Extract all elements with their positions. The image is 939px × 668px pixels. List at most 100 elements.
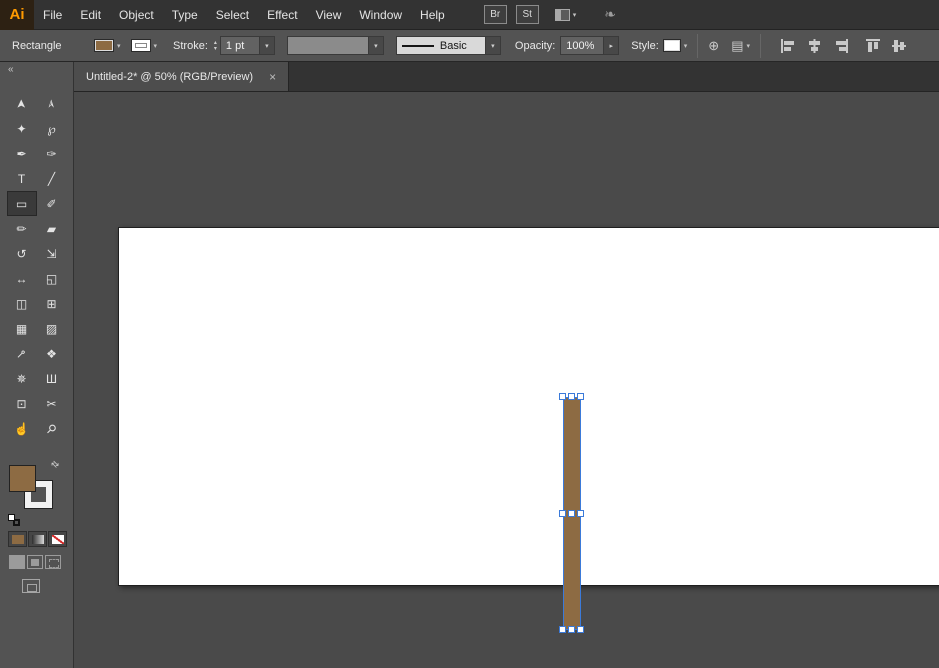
free-transform-tool[interactable]: ◱ — [37, 266, 67, 291]
artboard-tool[interactable]: ⊡ — [7, 391, 37, 416]
rotate-tool[interactable]: ↺ — [7, 241, 37, 266]
collapse-panel-button[interactable]: « — [0, 62, 73, 78]
rectangle-tool[interactable]: ▭ — [7, 191, 37, 216]
draw-inside-button[interactable] — [45, 555, 61, 569]
document-setup-button[interactable]: ▤ ▾ — [731, 38, 750, 54]
align-vertical-center-icon[interactable] — [891, 38, 908, 54]
color-button[interactable] — [8, 531, 27, 547]
width-profile-dropdown[interactable]: ▾ — [287, 36, 384, 55]
chevron-down-icon[interactable]: ▾ — [260, 36, 275, 55]
align-top-icon[interactable] — [865, 38, 882, 54]
drawing-mode-buttons — [9, 555, 73, 569]
type-tool[interactable]: T — [7, 166, 37, 191]
slice-tool[interactable]: ✂ — [37, 391, 67, 416]
selection-handle[interactable] — [559, 626, 566, 633]
stock-button[interactable]: St — [516, 5, 539, 24]
menu-help[interactable]: Help — [411, 0, 454, 30]
symbol-sprayer-tool[interactable]: ✵ — [7, 366, 37, 391]
stroke-width-combo[interactable]: 1 pt ▾ — [220, 36, 275, 55]
direct-selection-tool[interactable]: ➢ — [37, 91, 67, 116]
perspective-grid-tool[interactable]: ⊞ — [37, 291, 67, 316]
fill-indicator[interactable] — [9, 465, 36, 492]
menu-file[interactable]: File — [34, 0, 71, 30]
pen-tool[interactable]: ✒ — [7, 141, 37, 166]
selection-handle[interactable] — [577, 626, 584, 633]
canvas[interactable] — [74, 92, 939, 668]
hand-tool[interactable]: ☝ — [7, 416, 37, 441]
chevron-down-icon: ▾ — [684, 42, 688, 50]
pencil-tool[interactable]: ✏ — [7, 216, 37, 241]
active-tool-label: Rectangle — [12, 40, 70, 52]
gradient-tool[interactable]: ▨ — [37, 316, 67, 341]
align-center-icon[interactable] — [806, 38, 823, 54]
stroke-color-picker[interactable]: ▾ — [131, 39, 158, 52]
stroke-width-stepper[interactable]: ▴ ▾ — [214, 40, 217, 52]
curvature-tool[interactable]: ✑ — [37, 141, 67, 166]
opacity-combo[interactable]: 100% ▸ — [560, 36, 619, 55]
brush-definition-dropdown[interactable]: Basic ▾ — [396, 36, 501, 55]
line-segment-tool[interactable]: ╱ — [37, 166, 67, 191]
none-swatch — [52, 535, 64, 544]
shape-builder-icon: ◫ — [16, 298, 27, 310]
globe-icon[interactable]: ⊕ — [708, 38, 719, 54]
scale-tool[interactable]: ⇲ — [37, 241, 67, 266]
menu-edit[interactable]: Edit — [71, 0, 110, 30]
default-fill-stroke-icon[interactable] — [8, 514, 20, 526]
workspace-switcher[interactable]: ▾ — [555, 9, 577, 21]
selection-center-handle[interactable] — [568, 510, 575, 517]
zoom-tool[interactable]: ⚲ — [37, 416, 67, 441]
menu-effect[interactable]: Effect — [258, 0, 306, 30]
width-tool[interactable]: ↔ — [7, 266, 37, 291]
close-tab-icon[interactable]: × — [269, 70, 276, 84]
tab-bar: Untitled-2* @ 50% (RGB/Preview) × — [74, 62, 939, 92]
chevron-down-icon[interactable]: ▾ — [214, 46, 217, 52]
selection-handle[interactable] — [568, 393, 575, 400]
width-icon: ↔ — [16, 273, 28, 285]
menu-window[interactable]: Window — [350, 0, 411, 30]
selection-handle[interactable] — [568, 626, 575, 633]
shape-builder-tool[interactable]: ◫ — [7, 291, 37, 316]
lasso-tool[interactable]: ℘ — [37, 116, 67, 141]
paintbrush-tool[interactable]: ✐ — [37, 191, 67, 216]
chevron-down-icon[interactable]: ▾ — [486, 36, 501, 55]
eraser-tool[interactable]: ▰ — [37, 216, 67, 241]
menu-view[interactable]: View — [307, 0, 351, 30]
selection-handle[interactable] — [559, 510, 566, 517]
document-tab[interactable]: Untitled-2* @ 50% (RGB/Preview) × — [74, 62, 289, 91]
none-button[interactable] — [48, 531, 67, 547]
mesh-tool[interactable]: ▦ — [7, 316, 37, 341]
swap-fill-stroke-icon[interactable]: ⇄ — [49, 458, 62, 471]
fill-color-picker[interactable]: ▾ — [94, 39, 121, 52]
style-dropdown[interactable]: ▾ — [663, 39, 688, 52]
gradient-button[interactable] — [28, 531, 47, 547]
column-graph-tool[interactable]: Ш — [37, 366, 67, 391]
zoom-icon: ⚲ — [44, 421, 59, 436]
selection-handle[interactable] — [577, 393, 584, 400]
selection-handle[interactable] — [577, 510, 584, 517]
draw-behind-button[interactable] — [27, 555, 43, 569]
pencil-icon: ✏ — [16, 223, 26, 235]
fill-swatch — [94, 39, 114, 52]
menu-type[interactable]: Type — [163, 0, 207, 30]
menu-select[interactable]: Select — [207, 0, 258, 30]
fill-stroke-control[interactable]: ⇄ — [9, 465, 55, 513]
screen-mode-button[interactable] — [22, 579, 40, 593]
blend-tool[interactable]: ❖ — [37, 341, 67, 366]
draw-normal-button[interactable] — [9, 555, 25, 569]
align-right-icon[interactable] — [832, 38, 849, 54]
line-segment-icon: ╱ — [48, 173, 55, 185]
symbol-sprayer-icon: ✵ — [16, 373, 26, 385]
selection-tool[interactable]: ➤ — [7, 91, 37, 116]
screen-mode-icon — [27, 584, 37, 592]
chevron-down-icon[interactable]: ▾ — [369, 36, 384, 55]
artboard[interactable] — [118, 227, 939, 586]
eyedropper-tool[interactable]: ⊸ — [7, 341, 37, 366]
menu-object[interactable]: Object — [110, 0, 163, 30]
selection-handle[interactable] — [559, 393, 566, 400]
bridge-button[interactable]: Br — [484, 5, 507, 24]
style-swatch — [663, 39, 681, 52]
align-left-icon[interactable] — [780, 38, 797, 54]
magic-wand-tool[interactable]: ✦ — [7, 116, 37, 141]
flyout-right-icon[interactable]: ▸ — [604, 36, 619, 55]
stroke-label: Stroke: — [173, 40, 208, 52]
